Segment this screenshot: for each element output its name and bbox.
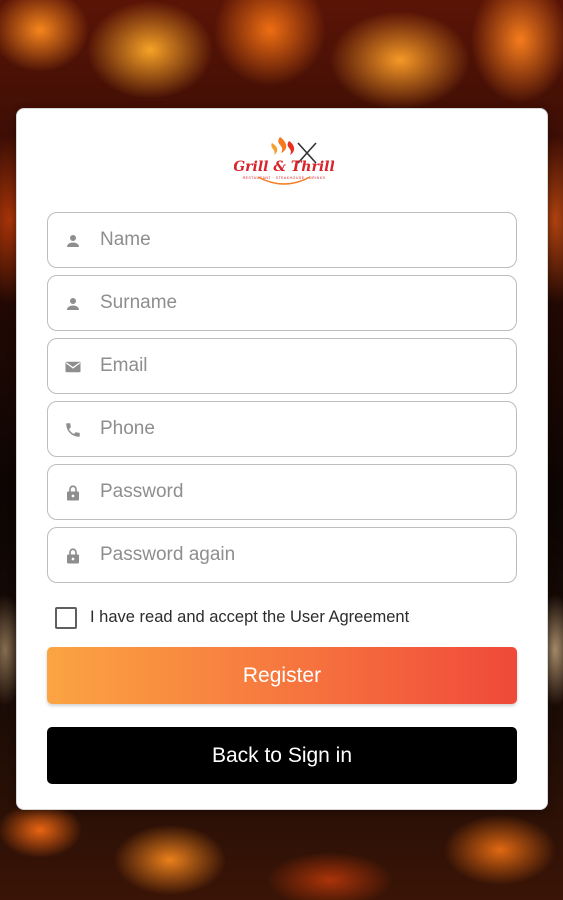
name-field[interactable] bbox=[47, 212, 517, 268]
svg-text:RESTAURANT · STEAKHOUSE · DRIN: RESTAURANT · STEAKHOUSE · DRINKS bbox=[243, 176, 326, 180]
register-card: Grill & Thrill RESTAURANT · STEAKHOUSE ·… bbox=[16, 108, 548, 810]
lock-icon bbox=[64, 484, 82, 502]
person-icon bbox=[64, 232, 82, 250]
phone-icon bbox=[64, 421, 82, 439]
mail-icon bbox=[64, 358, 82, 376]
person-icon bbox=[64, 295, 82, 313]
svg-text:Grill & Thrill: Grill & Thrill bbox=[234, 159, 334, 175]
password-input[interactable] bbox=[100, 465, 500, 518]
user-agreement-checkbox[interactable] bbox=[55, 607, 77, 629]
back-to-sign-in-button[interactable]: Back to Sign in bbox=[47, 727, 517, 784]
user-agreement-row: I have read and accept the User Agreemen… bbox=[55, 606, 525, 630]
email-input[interactable] bbox=[100, 339, 500, 392]
surname-input[interactable] bbox=[100, 276, 500, 329]
name-input[interactable] bbox=[100, 213, 500, 266]
password-field[interactable] bbox=[47, 464, 517, 520]
user-agreement-label[interactable]: I have read and accept the User Agreemen… bbox=[90, 608, 409, 627]
password-again-field[interactable] bbox=[47, 527, 517, 583]
lock-icon bbox=[64, 547, 82, 565]
surname-field[interactable] bbox=[47, 275, 517, 331]
grill-and-thrill-logo: Grill & Thrill RESTAURANT · STEAKHOUSE ·… bbox=[234, 133, 334, 189]
password-again-input[interactable] bbox=[100, 528, 500, 581]
email-field[interactable] bbox=[47, 338, 517, 394]
phone-input[interactable] bbox=[100, 402, 500, 455]
phone-field[interactable] bbox=[47, 401, 517, 457]
register-button[interactable]: Register bbox=[47, 647, 517, 704]
